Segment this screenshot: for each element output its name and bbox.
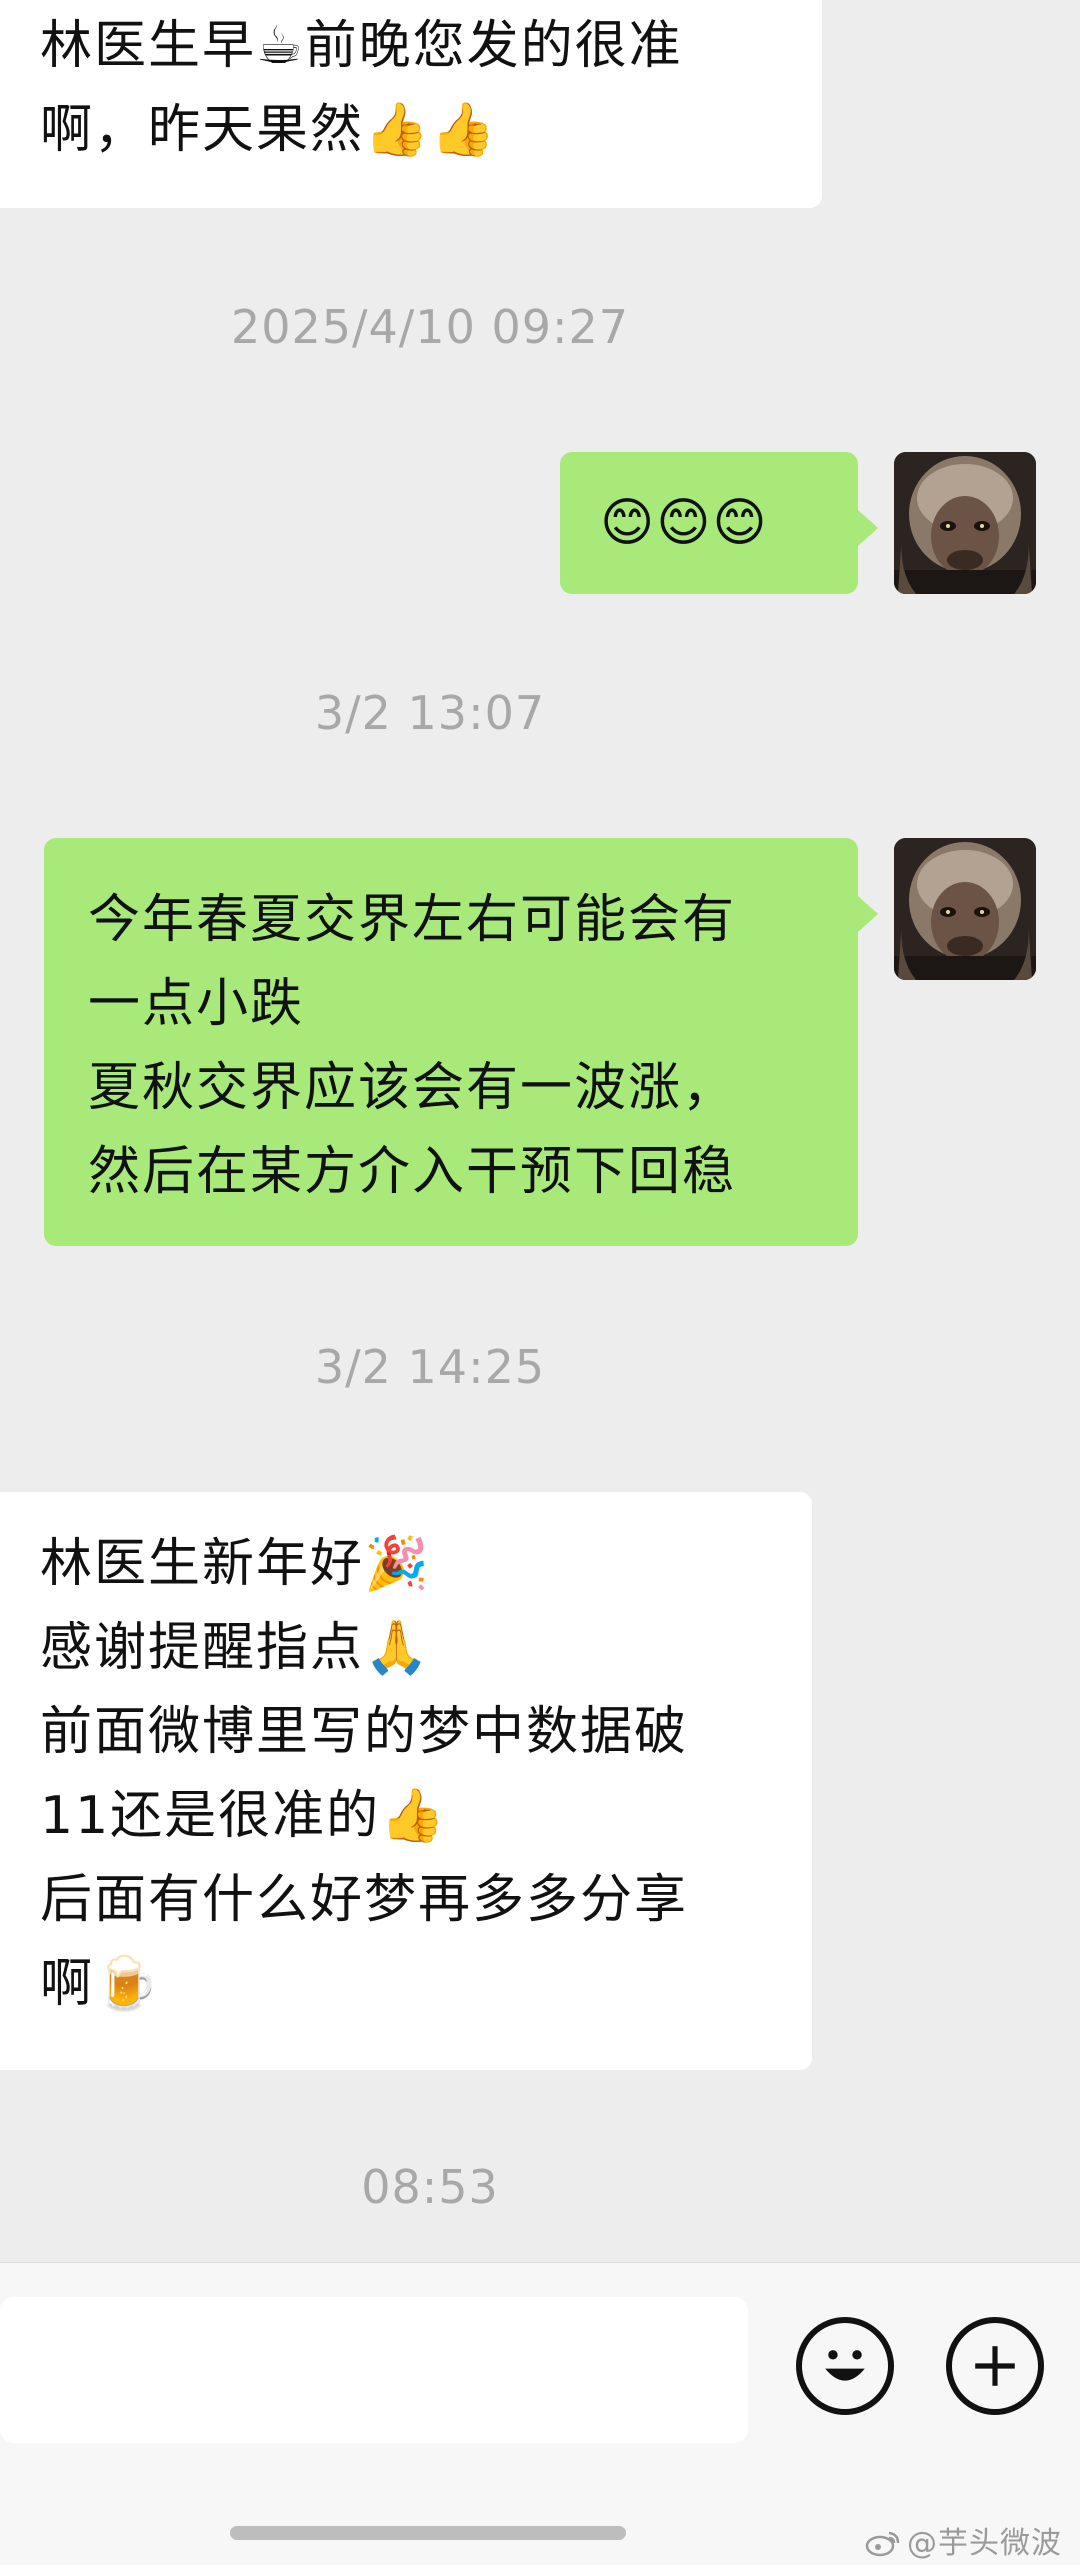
incoming-message[interactable]: 林医生早☕前晚您发的很准 啊，昨天果然👍👍 xyxy=(0,0,822,208)
timestamp: 2025/4/10 09:27 xyxy=(230,300,630,354)
incoming-message[interactable]: 林医生新年好🎉 感谢提醒指点🙏 前面微博里写的梦中数据破 11还是很准的👍 后面… xyxy=(0,1492,812,2070)
message-line: 11还是很准的👍 xyxy=(40,1786,447,1846)
message-line: 前面微博里写的梦中数据破 xyxy=(40,1702,689,1762)
emoji-button[interactable] xyxy=(796,2317,894,2415)
message-line: 后面有什么好梦再多多分享 xyxy=(40,1870,689,1930)
message-line: 今年春夏交界左右可能会有 xyxy=(88,890,737,950)
timestamp: 3/2 14:25 xyxy=(314,1340,546,1394)
weibo-icon xyxy=(865,2531,900,2557)
outgoing-message[interactable]: 今年春夏交界左右可能会有 一点小跌 夏秋交界应该会有一波涨， 然后在某方介入干预… xyxy=(44,838,878,1246)
message-line: 一点小跌 xyxy=(88,974,305,1034)
message-line: 😊😊😊 xyxy=(600,493,769,553)
message-line: 啊，昨天果然👍👍 xyxy=(40,100,498,160)
plus-circle-icon xyxy=(975,2346,1015,2386)
message-line: 然后在某方介入干预下回稳 xyxy=(88,1142,737,1202)
watermark-text: @芋头微波 xyxy=(907,2526,1062,2561)
message-line: 林医生早☕前晚您发的很准 xyxy=(40,16,683,76)
wukong-avatar[interactable] xyxy=(894,838,1036,980)
message-line: 啊🍺 xyxy=(40,1954,161,2014)
smiley-icon xyxy=(825,2350,865,2381)
timestamp: 3/2 13:07 xyxy=(314,686,546,740)
message-input[interactable] xyxy=(0,2297,748,2443)
home-indicator[interactable] xyxy=(230,2526,626,2540)
outgoing-message[interactable]: 😊😊😊 xyxy=(560,452,878,594)
monkey-face-icon xyxy=(894,452,1036,594)
message-line: 夏秋交界应该会有一波涨， xyxy=(88,1058,737,1118)
monkey-face-icon xyxy=(894,838,1036,980)
message-line: 感谢提醒指点🙏 xyxy=(40,1618,431,1678)
watermark: @芋头微波 xyxy=(865,2518,1062,2562)
add-button[interactable] xyxy=(946,2317,1044,2415)
message-line: 林医生新年好🎉 xyxy=(40,1534,431,1594)
wukong-avatar[interactable] xyxy=(894,452,1036,594)
timestamp: 08:53 xyxy=(361,2160,499,2214)
